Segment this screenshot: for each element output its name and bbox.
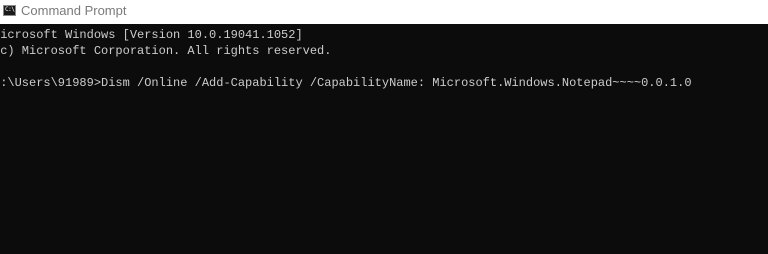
- console-line-command[interactable]: C:\Users\91989>Dism /Online /Add-Capabil…: [0, 74, 692, 92]
- cmd-icon-glyph: C:\: [5, 6, 15, 13]
- command-prompt-window: C:\ Command Prompt Microsoft Windows [Ve…: [0, 0, 768, 254]
- title-bar[interactable]: C:\ Command Prompt: [0, 0, 768, 24]
- window-title: Command Prompt: [21, 3, 127, 18]
- console-output[interactable]: Microsoft Windows [Version 10.0.19041.10…: [0, 24, 768, 254]
- cmd-icon: C:\: [3, 5, 16, 16]
- console-line-copyright: (c) Microsoft Corporation. All rights re…: [0, 44, 332, 58]
